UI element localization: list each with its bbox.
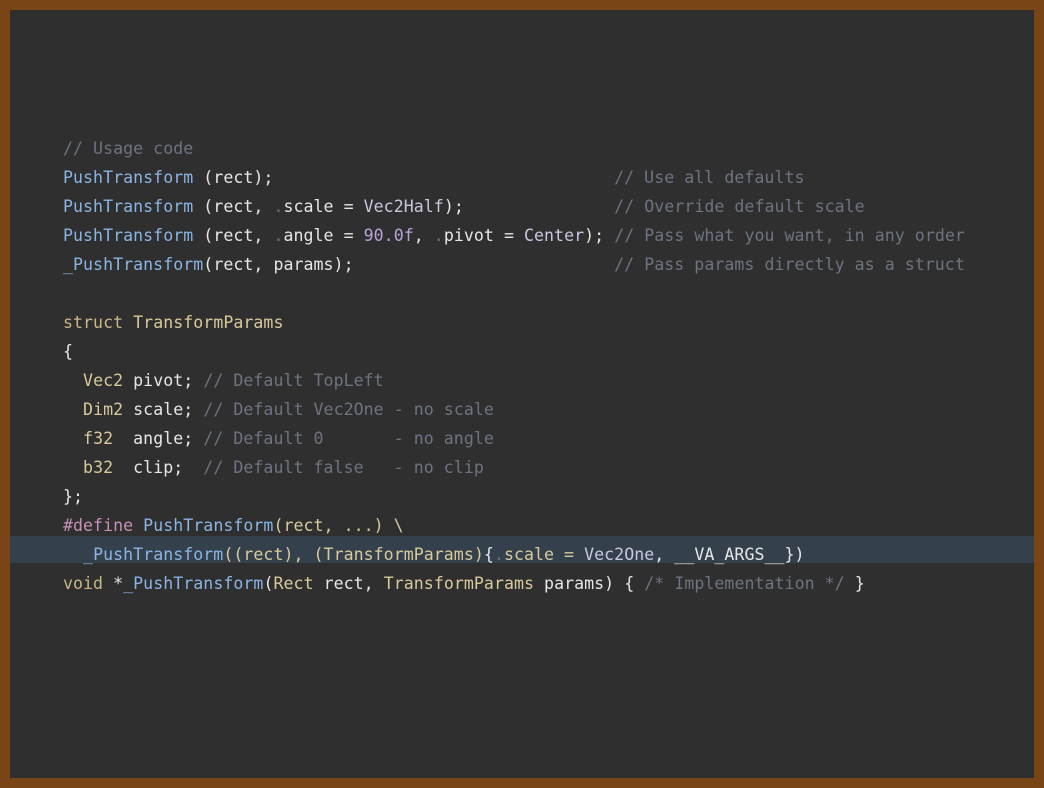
code-token: , <box>413 226 434 245</box>
code-line: #define PushTransform(rect, ...) \ <box>63 511 965 540</box>
code-token: params) { <box>534 574 645 593</box>
code-line-highlighted: _PushTransform((rect), (TransformParams)… <box>63 540 965 569</box>
code-token: // Pass params directly as a struct <box>614 255 965 274</box>
code-token: // Default 0 - no angle <box>203 429 494 448</box>
code-token: * <box>113 574 124 593</box>
code-token: clip; <box>113 458 204 477</box>
code-token: ); <box>584 226 615 245</box>
code-token: . <box>273 226 284 245</box>
code-token: pivot; <box>123 371 204 390</box>
code-token: Rect <box>273 574 314 593</box>
code-token: . <box>273 197 284 216</box>
code-token: // Default TopLeft <box>203 371 384 390</box>
code-line: { <box>63 337 965 366</box>
code-token: TransformParams <box>133 313 284 332</box>
code-token: angle; <box>113 429 204 448</box>
code-token: PushTransform <box>143 516 274 535</box>
code-line: PushTransform (rect, .scale = Vec2Half);… <box>63 192 965 221</box>
code-token: Dim2 <box>83 400 124 419</box>
code-token: scale = <box>503 545 585 564</box>
code-token: _PushTransform <box>123 574 264 593</box>
code-token: { <box>63 342 74 361</box>
code-line: PushTransform (rect, .angle = 90.0f, .pi… <box>63 221 965 250</box>
code-token: // Use all defaults <box>614 168 805 187</box>
code-token: // Default false - no clip <box>203 458 484 477</box>
code-token: { <box>483 545 494 564</box>
code-token: PushTransform <box>63 226 194 245</box>
code-token: (rect, params); <box>203 255 615 274</box>
code-token: scale = <box>283 197 364 216</box>
code-line: void *_PushTransform(Rect rect, Transfor… <box>63 569 965 598</box>
code-line <box>63 279 965 308</box>
code-line: f32 angle; // Default 0 - no angle <box>63 424 965 453</box>
code-token: angle = <box>283 226 364 245</box>
code-line: _PushTransform(rect, params); // Pass pa… <box>63 250 965 279</box>
code-token: struct <box>63 313 134 332</box>
code-line: // Usage code <box>63 134 965 163</box>
code-token: b32 <box>83 458 114 477</box>
code-token: ((rect), (TransformParams) <box>223 545 484 564</box>
code-token: // Default Vec2One - no scale <box>203 400 494 419</box>
code-token: // Usage code <box>63 139 194 158</box>
code-token: . <box>433 226 444 245</box>
code-token: PushTransform <box>63 168 194 187</box>
code-token: pivot = <box>443 226 524 245</box>
code-line: PushTransform (rect); // Use all default… <box>63 163 965 192</box>
code-token: } <box>844 574 865 593</box>
code-line: Vec2 pivot; // Default TopLeft <box>63 366 965 395</box>
code-token: }; <box>63 487 84 506</box>
code-token: . <box>493 545 504 564</box>
code-token: Center <box>524 226 585 245</box>
code-token: scale; <box>123 400 204 419</box>
code-token: /* Implementation */ <box>644 574 845 593</box>
code-token: Vec2One <box>584 545 655 564</box>
code-block: // Usage code PushTransform (rect); // Us… <box>63 134 965 598</box>
code-token: (rect); <box>193 168 615 187</box>
code-token: rect, <box>313 574 384 593</box>
code-token: 90.0f <box>363 226 414 245</box>
code-token: ( <box>263 574 274 593</box>
code-token: (rect, ...) \ <box>273 516 404 535</box>
code-line: }; <box>63 482 965 511</box>
code-token: // Override default scale <box>614 197 865 216</box>
code-token: PushTransform <box>63 197 194 216</box>
code-token: Vec2 <box>83 371 124 390</box>
code-token: #define <box>63 516 144 535</box>
code-token: (rect, <box>193 226 274 245</box>
code-token: TransformParams <box>383 574 535 593</box>
code-token: // Pass what you want, in any order <box>614 226 965 245</box>
code-token: ); <box>443 197 615 216</box>
code-token: _PushTransform <box>83 545 224 564</box>
code-token: void <box>63 574 114 593</box>
code-token: , __VA_ARGS__}) <box>654 545 805 564</box>
code-token: _PushTransform <box>63 255 204 274</box>
code-viewer: // Usage code PushTransform (rect); // Us… <box>10 10 1034 778</box>
code-token: (rect, <box>193 197 274 216</box>
code-line: b32 clip; // Default false - no clip <box>63 453 965 482</box>
code-line: Dim2 scale; // Default Vec2One - no scal… <box>63 395 965 424</box>
code-token: Vec2Half <box>363 197 444 216</box>
code-token: f32 <box>83 429 114 448</box>
code-line: struct TransformParams <box>63 308 965 337</box>
